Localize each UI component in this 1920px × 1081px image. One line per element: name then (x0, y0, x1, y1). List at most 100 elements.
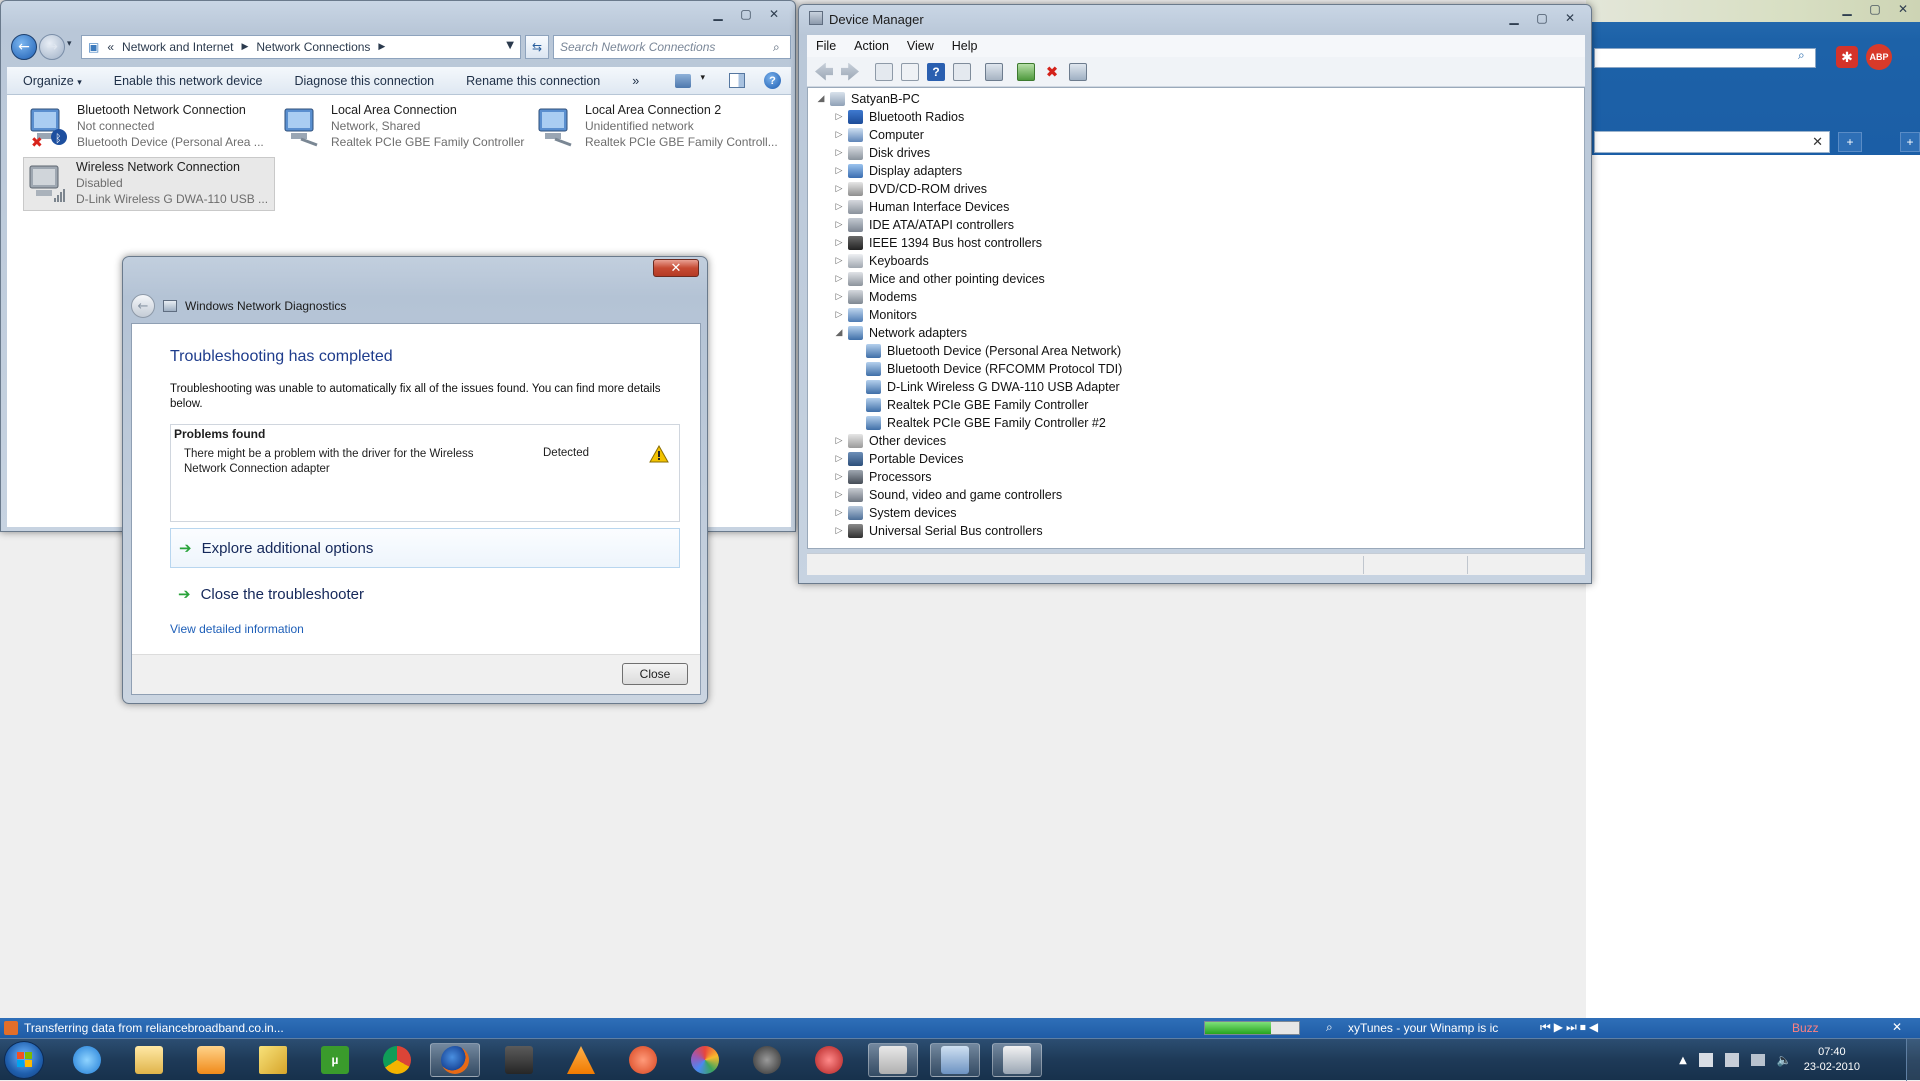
search-icon[interactable]: ⌕ (773, 40, 780, 55)
maximize-icon[interactable]: ▢ (1529, 9, 1555, 26)
tree-item-category[interactable]: ▷ Keyboards (834, 252, 929, 270)
tree-item-category[interactable]: ▷ Computer (834, 126, 924, 144)
tree-item-category[interactable]: ▷ Portable Devices (834, 450, 964, 468)
expand-icon[interactable]: ▷ (834, 274, 844, 284)
breadcrumb-item[interactable]: Network and Internet (122, 40, 233, 54)
tree-root[interactable]: ◢ SatyanB-PC (816, 90, 920, 108)
tree-item-category[interactable]: ▷ Modems (834, 288, 917, 306)
expand-icon[interactable]: ▷ (834, 148, 844, 158)
expand-icon[interactable]: ▷ (834, 238, 844, 248)
diagnose-connection-button[interactable]: Diagnose this connection (278, 74, 450, 88)
taskbar-device-manager[interactable] (992, 1043, 1042, 1077)
tree-item-category[interactable]: ▷ Disk drives (834, 144, 930, 162)
expand-icon[interactable]: ▷ (834, 184, 844, 194)
show-hide-tree-icon[interactable] (875, 62, 893, 81)
search-icon[interactable]: ⌕ (1798, 48, 1805, 63)
tree-item-category[interactable]: ▷ IEEE 1394 Bus host controllers (834, 234, 1042, 252)
browser-address-bar[interactable] (1594, 48, 1816, 68)
taskbar-app-shield[interactable] (804, 1043, 854, 1077)
adblock-icon[interactable]: ABP (1866, 44, 1892, 70)
action-pane-icon[interactable] (953, 62, 971, 81)
expand-icon[interactable]: ▷ (834, 292, 844, 302)
start-button[interactable] (4, 1041, 44, 1079)
expand-icon[interactable]: ▷ (834, 166, 844, 176)
network-tray-icon[interactable] (1750, 1054, 1765, 1066)
more-commands-button[interactable]: » (616, 74, 655, 88)
taskbar-utorrent[interactable]: µ (310, 1043, 360, 1077)
close-icon[interactable]: ✕ (1890, 0, 1916, 17)
breadcrumb[interactable]: ▣ « Network and Internet ▶ Network Conne… (81, 35, 521, 59)
tree-item-category[interactable]: ▷ Bluetooth Radios (834, 108, 964, 126)
close-icon[interactable]: ✕ (653, 259, 699, 277)
menu-help[interactable]: Help (943, 39, 987, 53)
expand-icon[interactable]: ▷ (834, 436, 844, 446)
close-icon[interactable]: ✕ (1557, 9, 1583, 26)
minimize-icon[interactable]: ▁ (1834, 0, 1860, 17)
close-icon[interactable]: ✕ (1892, 1020, 1902, 1034)
close-icon[interactable]: ✕ (761, 5, 787, 22)
tree-item-network-adapter[interactable]: Realtek PCIe GBE Family Controller #2 (852, 414, 1106, 432)
forward-arrow-icon[interactable]: → (39, 34, 65, 60)
taskbar-firefox[interactable] (430, 1043, 480, 1077)
maximize-icon[interactable]: ▢ (733, 5, 759, 22)
action-center-icon[interactable] (1724, 1053, 1739, 1067)
expand-icon[interactable]: ▷ (834, 220, 844, 230)
taskbar-terminal[interactable] (494, 1043, 544, 1077)
breadcrumb-overflow-icon[interactable]: « (107, 40, 114, 54)
volume-meter[interactable] (1204, 1021, 1300, 1035)
tree-item-network-adapter[interactable]: Bluetooth Device (Personal Area Network) (852, 342, 1121, 360)
tab-list-icon[interactable]: + (1900, 132, 1920, 152)
breadcrumb-separator-icon[interactable]: ▶ (378, 42, 385, 52)
address-dropdown-icon[interactable]: ▼ (506, 40, 514, 51)
uninstall-icon[interactable]: ✖ (1043, 63, 1061, 81)
connection-wireless[interactable]: Wireless Network Connection Disabled D-L… (23, 157, 275, 211)
minimize-icon[interactable]: ▁ (1501, 9, 1527, 26)
taskbar-media-player[interactable] (186, 1043, 236, 1077)
search-icon[interactable]: ⌕ (1326, 1020, 1333, 1035)
addon-icon[interactable]: ✱ (1836, 46, 1858, 68)
expand-icon[interactable]: ▷ (834, 310, 844, 320)
taskbar-toolbox[interactable] (868, 1043, 918, 1077)
chevron-down-icon[interactable]: ▾ (700, 73, 705, 83)
tree-item-category[interactable]: ▷ Mice and other pointing devices (834, 270, 1045, 288)
help-icon[interactable]: ? (927, 62, 945, 81)
taskbar-sticky-app[interactable] (248, 1043, 298, 1077)
scan-hardware-icon[interactable] (985, 62, 1003, 81)
connection-bluetooth[interactable]: ✖ ᛒ Bluetooth Network Connection Not con… (25, 101, 275, 155)
clock[interactable]: 07:40 23-02-2010 (1804, 1045, 1860, 1075)
taskbar-network-connections[interactable] (930, 1043, 980, 1077)
close-troubleshooter-link[interactable]: ➔ Close the troubleshooter (170, 574, 680, 614)
forward-icon[interactable] (841, 62, 859, 81)
help-icon[interactable]: ? (764, 72, 781, 89)
breadcrumb-item[interactable]: Network Connections (256, 40, 370, 54)
back-arrow-icon[interactable]: ← (131, 294, 155, 318)
tree-item-category[interactable]: ▷ System devices (834, 504, 957, 522)
expand-icon[interactable]: ▷ (834, 256, 844, 266)
history-dropdown-icon[interactable]: ▾ (67, 39, 72, 49)
properties-icon[interactable] (901, 62, 919, 81)
show-desktop-button[interactable] (1906, 1039, 1920, 1081)
tree-item-network-adapter[interactable]: Bluetooth Device (RFCOMM Protocol TDI) (852, 360, 1122, 378)
taskbar-app-dark[interactable] (742, 1043, 792, 1077)
new-tab-icon[interactable]: + (1838, 132, 1862, 152)
connection-local-area-2[interactable]: Local Area Connection 2 Unidentified net… (533, 101, 783, 155)
tree-item-category[interactable]: ▷ Universal Serial Bus controllers (834, 522, 1043, 540)
browser-tab[interactable]: ✕ (1594, 131, 1830, 153)
close-button[interactable]: Close (622, 663, 688, 685)
back-icon[interactable] (815, 62, 833, 81)
taskbar-app-red[interactable] (618, 1043, 668, 1077)
expand-icon[interactable]: ▷ (834, 490, 844, 500)
tree-item-category[interactable]: ▷ Processors (834, 468, 932, 486)
expand-icon[interactable]: ▷ (834, 130, 844, 140)
expand-icon[interactable]: ▷ (834, 112, 844, 122)
collapse-icon[interactable]: ◢ (816, 94, 826, 104)
taskbar-picasa[interactable] (680, 1043, 730, 1077)
search-input[interactable]: Search Network Connections (553, 35, 791, 59)
preview-pane-icon[interactable] (729, 73, 745, 88)
expand-icon[interactable]: ▷ (834, 508, 844, 518)
show-hidden-icons[interactable]: ▲ (1679, 1055, 1687, 1066)
menu-file[interactable]: File (807, 39, 845, 53)
taskbar-chrome[interactable] (372, 1043, 422, 1077)
minimize-icon[interactable]: ▁ (705, 5, 731, 22)
view-details-link[interactable]: View detailed information (170, 622, 304, 636)
